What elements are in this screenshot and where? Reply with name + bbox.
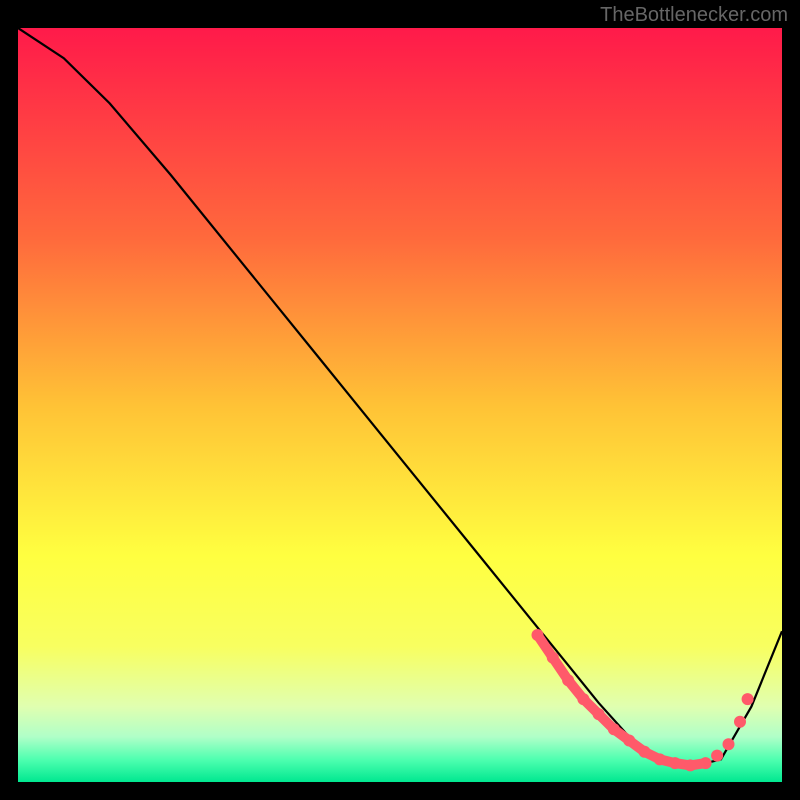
highlight-point — [577, 693, 589, 705]
highlight-point — [639, 746, 651, 758]
highlight-point — [734, 716, 746, 728]
highlight-point — [700, 757, 712, 769]
highlight-point — [711, 750, 723, 762]
gradient-background — [18, 28, 782, 782]
highlight-point — [562, 674, 574, 686]
highlight-point — [547, 652, 559, 664]
chart-svg — [18, 28, 782, 782]
highlight-point — [723, 738, 735, 750]
highlight-point — [593, 708, 605, 720]
highlight-point — [684, 759, 696, 771]
highlight-point — [532, 629, 544, 641]
highlight-point — [742, 693, 754, 705]
highlight-point — [654, 753, 666, 765]
chart-container — [18, 28, 782, 782]
highlight-point — [623, 735, 635, 747]
highlight-point — [608, 723, 620, 735]
watermark-text: TheBottlenecker.com — [600, 4, 788, 27]
highlight-point — [669, 757, 681, 769]
